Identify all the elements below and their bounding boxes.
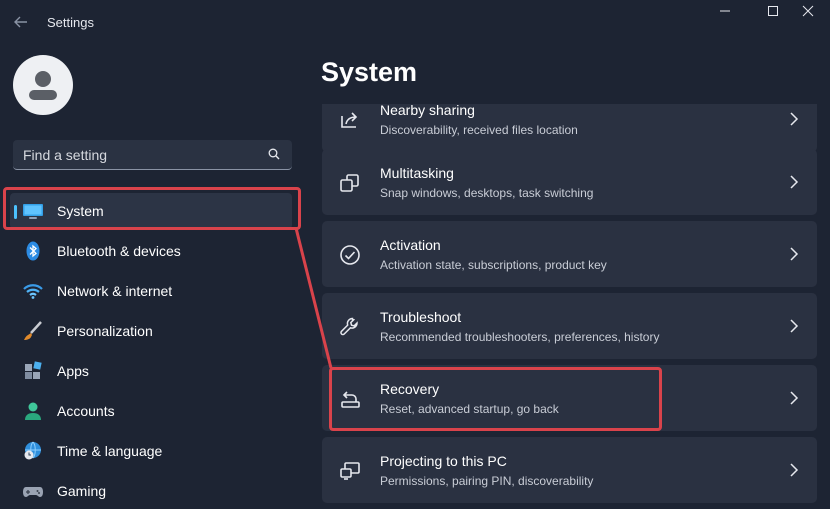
share-icon xyxy=(341,112,358,128)
chevron-right-icon xyxy=(790,319,799,333)
chevron-right-icon xyxy=(790,463,799,477)
sidebar-item-time-language[interactable]: Time & language xyxy=(10,433,292,469)
setting-subtitle: Snap windows, desktops, task switching xyxy=(380,186,594,200)
sidebar-item-label: Apps xyxy=(57,363,89,379)
chevron-right-icon xyxy=(790,112,799,126)
app-title: Settings xyxy=(47,15,94,30)
setting-subtitle: Permissions, pairing PIN, discoverabilit… xyxy=(380,474,594,488)
brush-icon xyxy=(24,321,42,340)
chevron-right-icon xyxy=(790,391,799,405)
multitasking-icon xyxy=(340,174,359,192)
setting-card-projecting[interactable]: Projecting to this PC Permissions, pairi… xyxy=(322,437,817,503)
search-icon[interactable] xyxy=(268,148,280,160)
search-box[interactable] xyxy=(13,140,292,170)
projecting-icon xyxy=(340,462,360,480)
recovery-highlight-box xyxy=(329,367,662,431)
check-circle-icon xyxy=(340,245,360,265)
setting-subtitle: Recommended troubleshooters, preferences… xyxy=(380,330,660,344)
setting-card-activation[interactable]: Activation Activation state, subscriptio… xyxy=(322,221,817,287)
back-arrow-icon xyxy=(14,16,27,28)
wifi-icon xyxy=(23,284,43,299)
setting-card-multitasking[interactable]: Multitasking Snap windows, desktops, tas… xyxy=(322,149,817,215)
sidebar-item-label: Personalization xyxy=(57,323,153,339)
setting-subtitle: Activation state, subscriptions, product… xyxy=(380,258,607,272)
wrench-icon xyxy=(340,317,358,336)
gamepad-icon xyxy=(23,487,43,497)
maximize-button[interactable] xyxy=(753,6,793,24)
chevron-right-icon xyxy=(790,175,799,189)
setting-subtitle: Discoverability, received files location xyxy=(380,123,578,137)
bluetooth-icon xyxy=(26,241,40,261)
title-bar: Settings xyxy=(0,0,830,44)
avatar[interactable] xyxy=(13,55,73,115)
sidebar-item-accounts[interactable]: Accounts xyxy=(10,393,292,429)
sidebar-item-label: Bluetooth & devices xyxy=(57,243,181,259)
sidebar-item-network[interactable]: Network & internet xyxy=(10,273,292,309)
setting-title: Nearby sharing xyxy=(380,104,475,118)
minimize-icon xyxy=(720,10,730,12)
minimize-button[interactable] xyxy=(705,6,745,24)
sidebar-item-label: Network & internet xyxy=(57,283,173,299)
setting-title: Multitasking xyxy=(380,165,454,181)
settings-list: Nearby sharing Discoverability, received… xyxy=(322,104,817,507)
sidebar-item-gaming[interactable]: Gaming xyxy=(10,473,292,509)
sidebar-item-label: Accounts xyxy=(57,403,115,419)
search-input[interactable] xyxy=(23,145,253,165)
maximize-icon xyxy=(768,6,778,16)
close-icon xyxy=(802,5,814,17)
system-highlight-box xyxy=(3,187,301,230)
sidebar-item-label: Time & language xyxy=(57,443,163,459)
globe-clock-icon xyxy=(24,441,41,460)
chevron-right-icon xyxy=(790,247,799,261)
sidebar-item-apps[interactable]: Apps xyxy=(10,353,292,389)
setting-card-troubleshoot[interactable]: Troubleshoot Recommended troubleshooters… xyxy=(322,293,817,359)
setting-title: Troubleshoot xyxy=(380,309,462,325)
person-icon xyxy=(25,402,41,420)
close-button[interactable] xyxy=(788,5,828,24)
setting-card-nearby-sharing[interactable]: Nearby sharing Discoverability, received… xyxy=(322,104,817,152)
sidebar-item-bluetooth[interactable]: Bluetooth & devices xyxy=(10,233,292,269)
sidebar-item-label: Gaming xyxy=(57,483,107,499)
setting-title: Activation xyxy=(380,237,441,253)
sidebar-item-personalization[interactable]: Personalization xyxy=(10,313,292,349)
page-title: System xyxy=(321,57,418,87)
setting-title: Projecting to this PC xyxy=(380,453,507,469)
apps-icon xyxy=(25,361,42,379)
back-button[interactable] xyxy=(10,12,32,32)
user-avatar-icon xyxy=(29,71,57,100)
